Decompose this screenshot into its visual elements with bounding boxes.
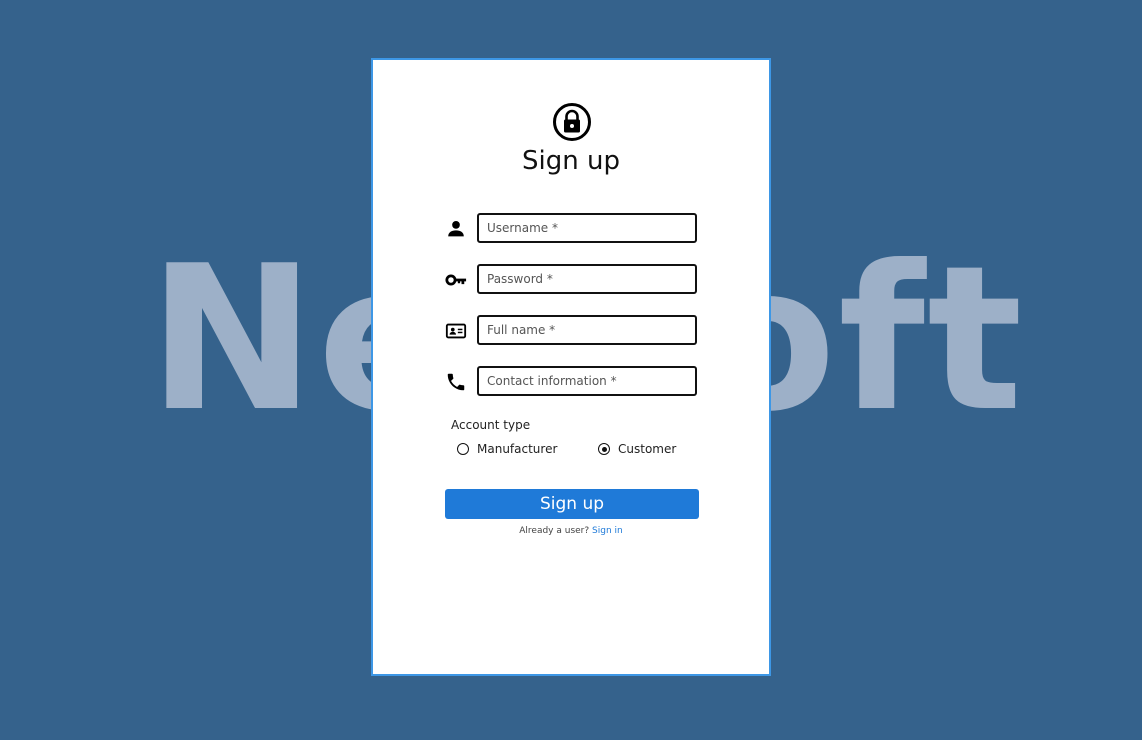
signup-card: Sign up Account type bbox=[371, 58, 771, 676]
person-icon bbox=[448, 221, 464, 237]
radio-selected-icon[interactable] bbox=[598, 443, 610, 455]
contact-information-input[interactable] bbox=[477, 366, 697, 396]
id-card-icon bbox=[445, 323, 467, 339]
contact-row bbox=[445, 366, 699, 396]
password-row bbox=[445, 264, 699, 294]
full-name-input[interactable] bbox=[477, 315, 697, 345]
account-type-label: Account type bbox=[451, 418, 531, 432]
radio-manufacturer-label: Manufacturer bbox=[477, 442, 558, 456]
sign-in-link[interactable]: Sign in bbox=[592, 526, 623, 536]
username-input[interactable] bbox=[477, 213, 697, 243]
radio-manufacturer[interactable]: Manufacturer bbox=[457, 440, 557, 458]
password-input[interactable] bbox=[477, 264, 697, 294]
lock-icon bbox=[553, 103, 591, 141]
phone-icon bbox=[447, 373, 465, 391]
radio-customer[interactable]: Customer bbox=[598, 440, 676, 458]
radio-unselected-icon[interactable] bbox=[457, 443, 469, 455]
sign-in-prompt-text: Already a user? bbox=[519, 526, 590, 536]
sign-up-button[interactable]: Sign up bbox=[445, 489, 699, 519]
radio-customer-label: Customer bbox=[618, 442, 677, 456]
sign-in-prompt: Already a user? Sign in bbox=[373, 526, 769, 536]
page-title: Sign up bbox=[522, 146, 620, 176]
username-row bbox=[445, 213, 699, 243]
full-name-row bbox=[445, 315, 699, 345]
key-icon bbox=[445, 274, 467, 286]
